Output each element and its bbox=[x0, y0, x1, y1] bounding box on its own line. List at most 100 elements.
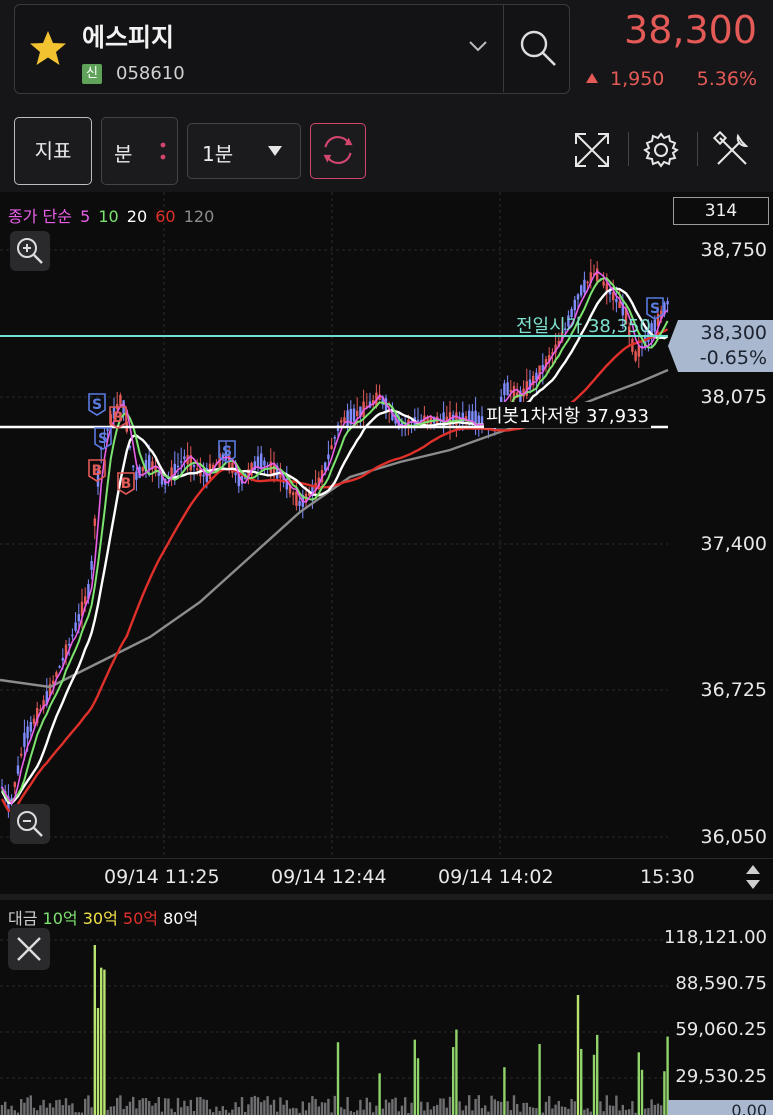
volume-bar bbox=[640, 1069, 644, 1115]
candle-body bbox=[68, 643, 71, 646]
interval-label: 1분 bbox=[202, 142, 234, 166]
indicator-button[interactable]: 지표 bbox=[14, 117, 92, 185]
volume-y-tick: 118,121.00 bbox=[663, 927, 767, 948]
volume-y-tick: 59,060.25 bbox=[675, 1019, 767, 1040]
y-tick: 37,400 bbox=[700, 533, 767, 555]
candle-body bbox=[602, 281, 605, 286]
close-icon bbox=[17, 937, 41, 961]
refresh-button[interactable] bbox=[310, 123, 366, 179]
volume-bar bbox=[304, 1110, 308, 1115]
volume-bar bbox=[503, 1067, 506, 1115]
volume-bar bbox=[384, 1099, 388, 1115]
candle-body bbox=[352, 408, 356, 422]
volume-bar bbox=[576, 995, 580, 1115]
volume-bar bbox=[266, 1096, 269, 1115]
zoom-out-button[interactable] bbox=[10, 804, 50, 844]
volume-bar bbox=[237, 1106, 240, 1115]
svg-text:S: S bbox=[98, 431, 108, 447]
volume-bar bbox=[375, 1105, 378, 1115]
volume-bar bbox=[394, 1097, 397, 1115]
gear-icon[interactable] bbox=[640, 128, 682, 172]
volume-bar bbox=[186, 1106, 189, 1115]
volume-bar bbox=[112, 1106, 116, 1115]
volume-bar bbox=[192, 1110, 196, 1115]
volume-bar bbox=[554, 1104, 557, 1115]
candle-body bbox=[324, 462, 327, 471]
legend-ma10: 10 bbox=[98, 207, 119, 226]
volume-bar bbox=[397, 1111, 400, 1115]
expand-icon[interactable] bbox=[570, 128, 614, 172]
legend-ma20: 20 bbox=[126, 207, 148, 226]
close-volume-button[interactable] bbox=[8, 928, 50, 970]
volume-bar bbox=[288, 1108, 292, 1115]
unit-button[interactable]: 분 bbox=[101, 117, 178, 185]
volume-bar bbox=[420, 1101, 423, 1115]
volume-bar bbox=[356, 1110, 359, 1115]
volume-bar bbox=[429, 1109, 432, 1115]
pivot-resistance-label: 피봇1차저항 37,933 bbox=[484, 402, 651, 428]
volume-bar bbox=[663, 1071, 666, 1115]
volume-bar bbox=[276, 1111, 279, 1115]
price-chart[interactable]: SSBBBSS bbox=[0, 192, 773, 860]
candle-body bbox=[416, 419, 420, 422]
current-price-tag: 38,300 -0.65% bbox=[668, 320, 773, 372]
volume-legend-80: 80억 bbox=[163, 909, 199, 928]
stock-code: 058610 bbox=[116, 63, 185, 84]
volume-bar bbox=[183, 1100, 186, 1115]
volume-bar bbox=[0, 1104, 4, 1115]
volume-bar bbox=[4, 1101, 7, 1115]
volume-bar bbox=[125, 1105, 128, 1115]
zoom-in-button[interactable] bbox=[10, 231, 50, 271]
unit-label: 분 bbox=[114, 142, 133, 166]
tools-icon[interactable] bbox=[710, 128, 754, 172]
candle-body bbox=[52, 680, 55, 684]
chevron-down-icon[interactable] bbox=[466, 36, 490, 56]
volume-bar bbox=[132, 1096, 135, 1115]
volume-bar bbox=[247, 1104, 250, 1115]
toolbar-divider bbox=[628, 132, 629, 166]
panel-resize-icon[interactable] bbox=[740, 862, 766, 892]
candle-body bbox=[29, 722, 32, 732]
volume-bar bbox=[256, 1097, 260, 1115]
volume-bar bbox=[36, 1110, 39, 1115]
volume-bar bbox=[468, 1095, 471, 1115]
volume-bar bbox=[26, 1097, 29, 1115]
candle-body bbox=[90, 560, 93, 570]
volume-bar bbox=[106, 1109, 109, 1115]
volume-bar bbox=[327, 1098, 330, 1115]
candle-body bbox=[586, 281, 589, 284]
volume-bar bbox=[343, 1109, 346, 1115]
volume-bar bbox=[471, 1110, 474, 1115]
legend-ma120: 120 bbox=[183, 207, 215, 226]
volume-bar bbox=[413, 1039, 416, 1115]
interval-select[interactable]: 1분 bbox=[187, 123, 301, 179]
search-icon[interactable] bbox=[516, 26, 560, 70]
volume-bar bbox=[122, 1109, 125, 1115]
volume-bar bbox=[455, 1029, 458, 1115]
ma-legend: 종가 단순 5 10 20 60 120 bbox=[8, 203, 217, 227]
candle-body bbox=[637, 345, 640, 357]
candle-body bbox=[13, 782, 16, 788]
candle-body bbox=[183, 456, 186, 460]
volume-bar bbox=[282, 1104, 285, 1115]
candle-body bbox=[196, 468, 199, 471]
volume-bar bbox=[599, 1101, 602, 1115]
volume-bar bbox=[234, 1102, 237, 1115]
candle-body bbox=[333, 437, 336, 439]
volume-bar bbox=[480, 1108, 484, 1115]
volume-chart[interactable] bbox=[0, 900, 773, 1115]
volume-bar bbox=[637, 1052, 640, 1115]
volume-bar bbox=[512, 1095, 516, 1115]
volume-bar bbox=[103, 969, 106, 1115]
volume-bar bbox=[58, 1099, 61, 1115]
favorite-star-icon[interactable] bbox=[28, 28, 68, 68]
volume-bar bbox=[119, 1095, 122, 1115]
volume-bar bbox=[87, 1095, 90, 1115]
volume-bar bbox=[279, 1097, 282, 1115]
candle-body bbox=[71, 634, 74, 637]
volume-bar bbox=[583, 1109, 586, 1115]
volume-bar bbox=[525, 1102, 528, 1115]
volume-bar bbox=[589, 1111, 592, 1115]
candle-body bbox=[119, 395, 122, 406]
volume-bar bbox=[631, 1101, 634, 1115]
